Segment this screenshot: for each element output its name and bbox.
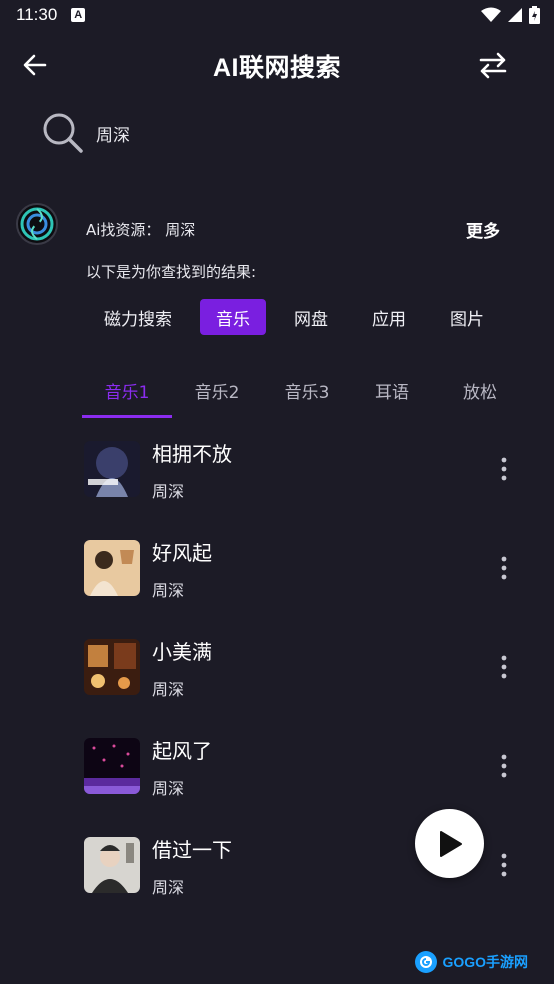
- status-time: 11:30: [16, 5, 58, 24]
- album-cover-art: [84, 441, 140, 497]
- signal-icon: [508, 8, 522, 22]
- more-vertical-icon[interactable]: [494, 753, 514, 779]
- swap-button[interactable]: [476, 48, 510, 82]
- song-title: 好风起: [152, 541, 212, 565]
- status-indicators: [481, 6, 540, 24]
- wifi-icon: [481, 7, 501, 22]
- search-query[interactable]: 周深: [96, 121, 130, 146]
- tab-music-2[interactable]: 音乐2: [172, 368, 262, 412]
- app-bar: AI联网搜索: [0, 40, 554, 90]
- more-button[interactable]: 更多: [466, 217, 500, 242]
- music-tabs: 音乐1 音乐2 音乐3 耳语 放松: [82, 368, 554, 420]
- list-item[interactable]: 相拥不放 周深: [0, 432, 554, 531]
- search-icon[interactable]: [40, 110, 86, 156]
- tab-whisper[interactable]: 耳语: [352, 368, 432, 412]
- list-item[interactable]: 好风起 周深: [0, 531, 554, 630]
- more-vertical-icon[interactable]: [494, 555, 514, 581]
- watermark: GOGO手游网: [414, 948, 528, 976]
- ai-logo-icon: [20, 207, 54, 241]
- results-intro: 以下是为你查找到的结果:: [86, 263, 257, 281]
- tab-active-indicator: [82, 415, 172, 418]
- list-item[interactable]: 小美满 周深: [0, 630, 554, 729]
- album-cover: [84, 639, 140, 695]
- category-apps[interactable]: 应用: [356, 299, 422, 335]
- song-title: 起风了: [152, 739, 212, 763]
- swap-arrows-icon: [479, 52, 507, 79]
- song-title: 借过一下: [152, 838, 232, 862]
- category-images[interactable]: 图片: [434, 299, 500, 335]
- battery-icon: [529, 6, 540, 24]
- song-artist: 周深: [152, 779, 185, 798]
- album-cover-art: [84, 837, 140, 893]
- album-cover: [84, 441, 140, 497]
- watermark-logo-icon: [415, 951, 438, 973]
- album-cover-art: [84, 639, 140, 695]
- category-row: 磁力搜索 音乐 网盘 应用 图片: [88, 299, 512, 335]
- album-cover: [84, 738, 140, 794]
- notification-icon: A: [71, 8, 86, 22]
- play-icon: [439, 830, 462, 857]
- tab-relax[interactable]: 放松: [440, 368, 520, 412]
- song-title: 相拥不放: [152, 442, 232, 466]
- category-music[interactable]: 音乐: [200, 299, 266, 335]
- list-item[interactable]: 起风了 周深: [0, 729, 554, 828]
- album-cover-art: [84, 540, 140, 596]
- play-button[interactable]: [415, 809, 484, 878]
- album-cover-art: [84, 738, 140, 794]
- ai-source-label: Ai找资源： 周深: [86, 221, 196, 239]
- song-artist: 周深: [152, 482, 185, 501]
- ai-avatar: [16, 203, 58, 245]
- category-cloud-drive[interactable]: 网盘: [278, 299, 344, 335]
- song-title: 小美满: [152, 640, 212, 664]
- page-title: AI联网搜索: [212, 54, 341, 82]
- watermark-text: GOGO手游网: [442, 954, 528, 970]
- song-artist: 周深: [152, 581, 185, 600]
- search-bar[interactable]: 周深: [40, 110, 130, 156]
- status-bar: 11:30 A: [0, 0, 554, 30]
- album-cover: [84, 540, 140, 596]
- song-artist: 周深: [152, 878, 185, 897]
- tab-music-3[interactable]: 音乐3: [262, 368, 352, 412]
- more-vertical-icon[interactable]: [494, 654, 514, 680]
- category-magnet[interactable]: 磁力搜索: [88, 299, 188, 335]
- album-cover: [84, 837, 140, 893]
- song-artist: 周深: [152, 680, 185, 699]
- tab-music-1[interactable]: 音乐1: [82, 368, 172, 412]
- more-vertical-icon[interactable]: [494, 456, 514, 482]
- more-vertical-icon[interactable]: [494, 852, 514, 878]
